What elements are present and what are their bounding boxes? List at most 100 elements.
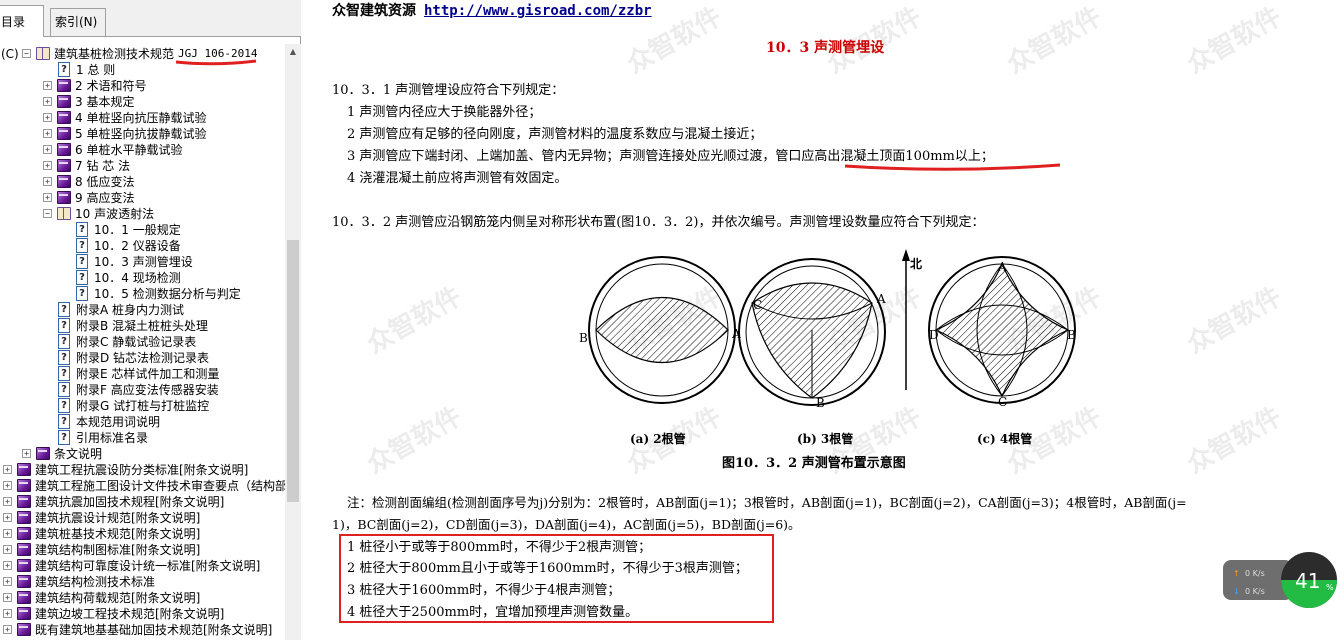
clause-10-3-2: 10．3．2 声测管应沿钢筋笼内侧呈对称形状布置(图10．3．2)，并依次编号。… (332, 215, 985, 230)
expand-icon[interactable]: + (3, 609, 12, 618)
clause-item: 2 声测管应有足够的径向刚度，声测管材料的温度系数应与混凝土接近； (347, 127, 763, 142)
expand-icon[interactable]: + (3, 497, 12, 506)
document-view: 众智软件 众智软件 众智软件 众智软件 众智软件 众智软件 众智软件 众智软件 众智软件 众智软件… (301, 0, 1338, 640)
pipe-label-d: D (929, 328, 939, 342)
tree-item[interactable]: ? 附录F 高应变法传感器安装 (0, 382, 285, 398)
expand-icon[interactable]: + (3, 625, 12, 634)
help-page-icon: ? (76, 286, 88, 301)
book-icon (36, 447, 50, 460)
expand-icon[interactable]: + (43, 193, 52, 202)
tree-item[interactable]: + 建筑结构制图标准[附条文说明] (0, 542, 285, 558)
tree-item[interactable]: ? 附录D 钻芯法检测记录表 (0, 350, 285, 366)
tree-item[interactable]: + 建筑结构可靠度设计统一标准[附条文说明] (0, 558, 285, 574)
expand-icon[interactable]: + (43, 161, 52, 170)
tree-item[interactable]: ? 附录C 静载试验记录表 (0, 334, 285, 350)
tab-contents[interactable]: 目录(C) (0, 5, 44, 61)
tree-item[interactable]: +9 高应变法 (0, 190, 285, 206)
tree-item[interactable]: +8 低应变法 (0, 174, 285, 190)
expand-icon[interactable]: + (3, 481, 12, 490)
tree-item[interactable]: +2 术语和符号 (0, 78, 285, 94)
tree-item[interactable]: + 建筑边坡工程技术规范[附条文说明] (0, 606, 285, 622)
source-link[interactable]: http://www.gisroad.com/zzbr (424, 3, 652, 19)
expand-icon[interactable]: + (3, 465, 12, 474)
tree-item[interactable]: ? 10．2 仪器设备 (0, 238, 285, 254)
tree-item[interactable]: ? 10．4 现场检测 (0, 270, 285, 286)
tree-item[interactable]: + 建筑工程施工图设计文件技术审查要点（结构部 (0, 478, 285, 494)
download-speed: 0 K/s (1245, 587, 1265, 596)
expand-icon[interactable]: + (3, 513, 12, 522)
expand-icon[interactable]: + (3, 529, 12, 538)
help-page-icon: ? (58, 302, 70, 317)
expand-icon[interactable]: + (43, 177, 52, 186)
tree-item[interactable]: ? 10．5 检测数据分析与判定 (0, 286, 285, 302)
svg-text:↑: ↑ (1233, 569, 1240, 578)
book-icon (57, 175, 71, 188)
expand-icon[interactable]: + (43, 97, 52, 106)
tree-item[interactable]: +6 单桩水平静载试验 (0, 142, 285, 158)
upload-speed: 0 K/s (1245, 569, 1265, 578)
tree-item[interactable]: ? 附录E 芯样试件加工和测量 (0, 366, 285, 382)
scroll-up-icon[interactable]: ▲ (285, 44, 301, 60)
tree-item-label: 1 总 则 (76, 63, 116, 77)
expand-icon[interactable]: + (22, 449, 31, 458)
pipe-label-b: B (1067, 328, 1076, 342)
tree-item[interactable]: ? 本规范用词说明 (0, 414, 285, 430)
collapse-icon[interactable]: − (22, 49, 31, 58)
tree-item[interactable]: − 10 声波透射法 (0, 206, 285, 222)
tree-item[interactable]: ? 附录B 混凝土桩桩头处理 (0, 318, 285, 334)
pipe-label-a: A (998, 260, 1007, 274)
tree-item-label: 5 单桩竖向抗拔静载试验 (75, 127, 207, 141)
tree-item[interactable]: +7 钻 芯 法 (0, 158, 285, 174)
tree-item[interactable]: + 建筑抗震加固技术规程[附条文说明] (0, 494, 285, 510)
tab-index[interactable]: 索引(N) (50, 8, 106, 36)
tree-item-label: 建筑工程施工图设计文件技术审查要点（结构部 (35, 479, 285, 493)
network-monitor-widget[interactable]: ↑ ↓ 0 K/s 0 K/s 41 % (1223, 552, 1338, 608)
expand-icon[interactable]: + (3, 577, 12, 586)
percent-sign: % (1326, 583, 1334, 592)
expand-icon[interactable]: + (3, 593, 12, 602)
tree-item[interactable]: +5 单桩竖向抗拔静载试验 (0, 126, 285, 142)
tree-item-label: 本规范用词说明 (76, 415, 161, 429)
tree-item[interactable]: + 条文说明 (0, 446, 285, 462)
expand-icon[interactable]: + (43, 129, 52, 138)
book-icon (17, 607, 31, 620)
tree-item[interactable]: + 既有建筑地基基础加固技术规范[附条文说明] (0, 622, 285, 638)
expand-icon[interactable]: + (43, 81, 52, 90)
tree-item[interactable]: + 建筑抗震设计规范[附条文说明] (0, 510, 285, 526)
book-icon (57, 111, 71, 124)
tree-item[interactable]: + 建筑工程抗震设防分类标准[附条文说明] (0, 462, 285, 478)
pipe-layout-figure (588, 249, 1076, 406)
north-arrow (902, 249, 910, 390)
expand-icon[interactable]: + (3, 545, 12, 554)
tree-item-label: 附录D 钻芯法检测记录表 (76, 351, 210, 365)
collapse-icon[interactable]: − (43, 209, 52, 218)
tree-item[interactable]: +4 单桩竖向抗压静载试验 (0, 110, 285, 126)
tree-item-label: 建筑结构制图标准[附条文说明] (35, 543, 201, 557)
book-icon (17, 527, 31, 540)
expand-icon[interactable]: + (43, 145, 52, 154)
tree-item[interactable]: + 建筑结构检测技术标准 (0, 574, 285, 590)
annotation-underline (844, 163, 1061, 171)
tree-item-label: 9 高应变法 (75, 191, 135, 205)
scroll-thumb[interactable] (287, 240, 299, 502)
tree-item-label: 附录G 试打桩与打桩监控 (76, 399, 210, 413)
watermark-text: 众智软件 (1181, 281, 1287, 360)
pipe-label-c: C (998, 395, 1008, 409)
tree-scrollbar[interactable]: ▲ (285, 44, 301, 640)
tree-item[interactable]: ? 10．3 声测管埋设 (0, 254, 285, 270)
figure-title: 图10．3．2 声测管布置示意图 (722, 456, 906, 471)
help-page-icon: ? (58, 430, 70, 445)
toc-panel: 目录(C) 索引(N) − 建筑基桩检测技术规范 JGJ 106-2014? 1 总 … (0, 0, 301, 640)
tree-item[interactable]: ? 10．1 一般规定 (0, 222, 285, 238)
tree-item[interactable]: ? 引用标准名录 (0, 430, 285, 446)
tree-item[interactable]: ? 附录A 桩身内力测试 (0, 302, 285, 318)
expand-icon[interactable]: + (43, 113, 52, 122)
annotation-underline (175, 59, 257, 66)
tree-item[interactable]: +3 基本规定 (0, 94, 285, 110)
rule-item: 4 桩径大于2500mm时，宜增加预埋声测管数量。 (347, 605, 639, 620)
tree-item[interactable]: ? 附录G 试打桩与打桩监控 (0, 398, 285, 414)
expand-icon[interactable]: + (3, 561, 12, 570)
tree-item[interactable]: + 建筑结构荷载规范[附条文说明] (0, 590, 285, 606)
book-icon (17, 559, 31, 572)
tree-item[interactable]: + 建筑桩基技术规范[附条文说明] (0, 526, 285, 542)
